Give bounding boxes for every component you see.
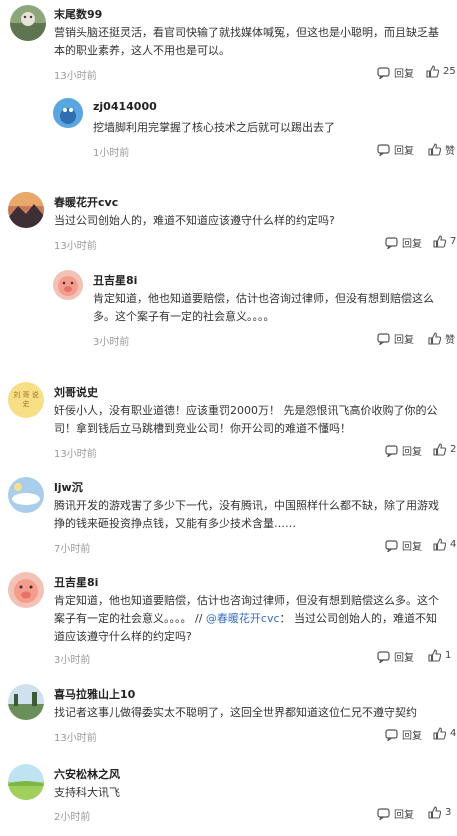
reply-button[interactable]: 回复 bbox=[385, 443, 422, 458]
like-button[interactable]: 7 bbox=[433, 235, 456, 248]
comment-text: 挖墙脚利用完掌握了核心技术之后就可以踢出去了 bbox=[93, 121, 335, 134]
user-name[interactable]: 喜马拉雅山上10 bbox=[54, 686, 135, 702]
thumbs-up-icon bbox=[433, 443, 446, 456]
comment: 刘 哥 说 史 刘哥说史 奸佞小人，没有职业道德！应该重罚2000万！ 先是怨恨… bbox=[0, 380, 457, 460]
reply-button[interactable]: 回复 bbox=[377, 331, 414, 346]
like-button[interactable]: 2 bbox=[433, 443, 456, 456]
comment-time: 13小时前 bbox=[54, 241, 97, 252]
reply-icon bbox=[385, 236, 398, 249]
like-count: 2 bbox=[450, 444, 457, 455]
like-button[interactable]: 赞 bbox=[428, 331, 455, 346]
like-count: 7 bbox=[450, 236, 457, 247]
comment-text: 当过公司创始人的，难道不知道应该遵守什么样的约定吗? bbox=[54, 214, 335, 227]
user-name[interactable]: 六安松林之风 bbox=[54, 766, 120, 782]
like-button[interactable]: 1 bbox=[428, 649, 451, 662]
like-button[interactable]: 赞 bbox=[428, 142, 455, 157]
user-avatar[interactable] bbox=[8, 572, 44, 608]
thumbs-up-icon bbox=[428, 332, 441, 345]
comment-time: 3小时前 bbox=[54, 655, 91, 666]
user-name[interactable]: 春暖花开cvc bbox=[54, 194, 118, 210]
comment: 六安松林之风 支持科大讯飞 2小时前 回复 3 bbox=[0, 762, 457, 832]
reply-icon bbox=[377, 332, 390, 345]
reply-button[interactable]: 回复 bbox=[377, 806, 414, 821]
thumbs-up-icon bbox=[428, 806, 441, 819]
reply-icon bbox=[377, 650, 390, 663]
user-avatar[interactable] bbox=[53, 270, 83, 300]
like-count: 1 bbox=[445, 650, 452, 661]
thumbs-up-icon bbox=[426, 65, 439, 78]
comment-text: 肯定知道，他也知道要赔偿，估计也咨询过律师，但没有想到赔偿这么多。这个案子有一定… bbox=[54, 594, 439, 643]
user-avatar[interactable] bbox=[53, 98, 83, 128]
reply-button[interactable]: 回复 bbox=[385, 235, 422, 250]
like-count: 4 bbox=[450, 728, 457, 739]
comment: 春暖花开cvc 当过公司创始人的，难道不知道应该遵守什么样的约定吗? 13小时前… bbox=[0, 190, 457, 260]
reply-button[interactable]: 回复 bbox=[377, 142, 414, 157]
thumbs-up-icon bbox=[433, 235, 446, 248]
comment-text: 营销头脑还挺灵活，看官司快输了就找媒体喊冤，但这也是小聪明，而且缺乏基本的职业素… bbox=[54, 26, 439, 57]
avatar-text: 刘 哥 说 史 bbox=[13, 391, 39, 408]
user-avatar[interactable] bbox=[8, 192, 44, 228]
like-button[interactable]: 4 bbox=[433, 727, 456, 740]
comment-time: 7小时前 bbox=[54, 544, 91, 555]
user-name[interactable]: 刘哥说史 bbox=[54, 384, 98, 400]
comment: 末尾数99 营销头脑还挺灵活，看官司快输了就找媒体喊冤，但这也是小聪明，而且缺乏… bbox=[0, 0, 457, 88]
thumbs-up-icon bbox=[428, 649, 441, 662]
comment-text: 支持科大讯飞 bbox=[54, 786, 120, 799]
user-avatar[interactable] bbox=[8, 684, 44, 720]
comment-time: 3小时前 bbox=[93, 337, 130, 348]
reply-button[interactable]: 回复 bbox=[377, 649, 414, 664]
comment-time: 1小时前 bbox=[93, 148, 130, 159]
like-count: 25 bbox=[443, 66, 456, 77]
mention-link[interactable]: @春暖花开cvc bbox=[206, 612, 280, 625]
like-button[interactable]: 4 bbox=[433, 538, 456, 551]
comment-reply: 丑吉星8i 肯定知道，他也知道要赔偿，估计也咨询过律师，但没有想到赔偿这么多。这… bbox=[0, 268, 457, 354]
user-avatar[interactable] bbox=[8, 764, 44, 800]
comment-text: 奸佞小人，没有职业道德！应该重罚2000万！ 先是怨恨讯飞高价收购了你的公司！拿… bbox=[54, 404, 438, 435]
user-name[interactable]: zj0414000 bbox=[93, 100, 157, 113]
reply-icon bbox=[377, 807, 390, 820]
comment: 丑吉星8i 肯定知道，他也知道要赔偿，估计也咨询过律师，但没有想到赔偿这么多。这… bbox=[0, 570, 457, 670]
comment-time: 13小时前 bbox=[54, 71, 97, 82]
reply-icon bbox=[385, 728, 398, 741]
reply-icon bbox=[385, 539, 398, 552]
reply-button[interactable]: 回复 bbox=[385, 727, 422, 742]
like-count: 赞 bbox=[445, 146, 455, 157]
like-button[interactable]: 3 bbox=[428, 806, 451, 819]
like-button[interactable]: 25 bbox=[426, 65, 456, 78]
user-name[interactable]: ljw沉 bbox=[54, 479, 83, 495]
reply-icon bbox=[377, 66, 390, 79]
user-name[interactable]: 末尾数99 bbox=[54, 6, 102, 22]
reply-icon bbox=[377, 143, 390, 156]
like-count: 赞 bbox=[445, 335, 455, 346]
thumbs-up-icon bbox=[433, 538, 446, 551]
user-name[interactable]: 丑吉星8i bbox=[93, 272, 137, 288]
reply-button[interactable]: 回复 bbox=[377, 65, 414, 80]
thumbs-up-icon bbox=[433, 727, 446, 740]
user-avatar[interactable]: 刘 哥 说 史 bbox=[8, 382, 44, 418]
comment-text: 找记者这事儿做得委实太不聪明了，这回全世界都知道这位仁兄不遵守契约 bbox=[54, 706, 417, 719]
user-name[interactable]: 丑吉星8i bbox=[54, 574, 98, 590]
user-avatar[interactable] bbox=[8, 477, 44, 513]
like-count: 3 bbox=[445, 807, 452, 818]
like-count: 4 bbox=[450, 539, 457, 550]
comment-time: 13小时前 bbox=[54, 733, 97, 744]
comment: ljw沉 腾讯开发的游戏害了多少下一代，没有腾讯，中国照样什么都不缺，除了用游戏… bbox=[0, 475, 457, 560]
user-avatar[interactable] bbox=[10, 5, 46, 41]
comment-text: 肯定知道，他也知道要赔偿，估计也咨询过律师，但没有想到赔偿这么多。这个案子有一定… bbox=[93, 292, 434, 323]
thumbs-up-icon bbox=[428, 143, 441, 156]
comment: 喜马拉雅山上10 找记者这事儿做得委实太不聪明了，这回全世界都知道这位仁兄不遵守… bbox=[0, 682, 457, 750]
comment-time: 2小时前 bbox=[54, 812, 91, 823]
comment-reply: zj0414000 挖墙脚利用完掌握了核心技术之后就可以踢出去了 1小时前 回复… bbox=[0, 90, 457, 160]
reply-icon bbox=[385, 444, 398, 457]
comment-text: 腾讯开发的游戏害了多少下一代，没有腾讯，中国照样什么都不缺，除了用游戏挣的钱来砸… bbox=[54, 499, 439, 530]
comment-time: 13小时前 bbox=[54, 449, 97, 460]
reply-button[interactable]: 回复 bbox=[385, 538, 422, 553]
